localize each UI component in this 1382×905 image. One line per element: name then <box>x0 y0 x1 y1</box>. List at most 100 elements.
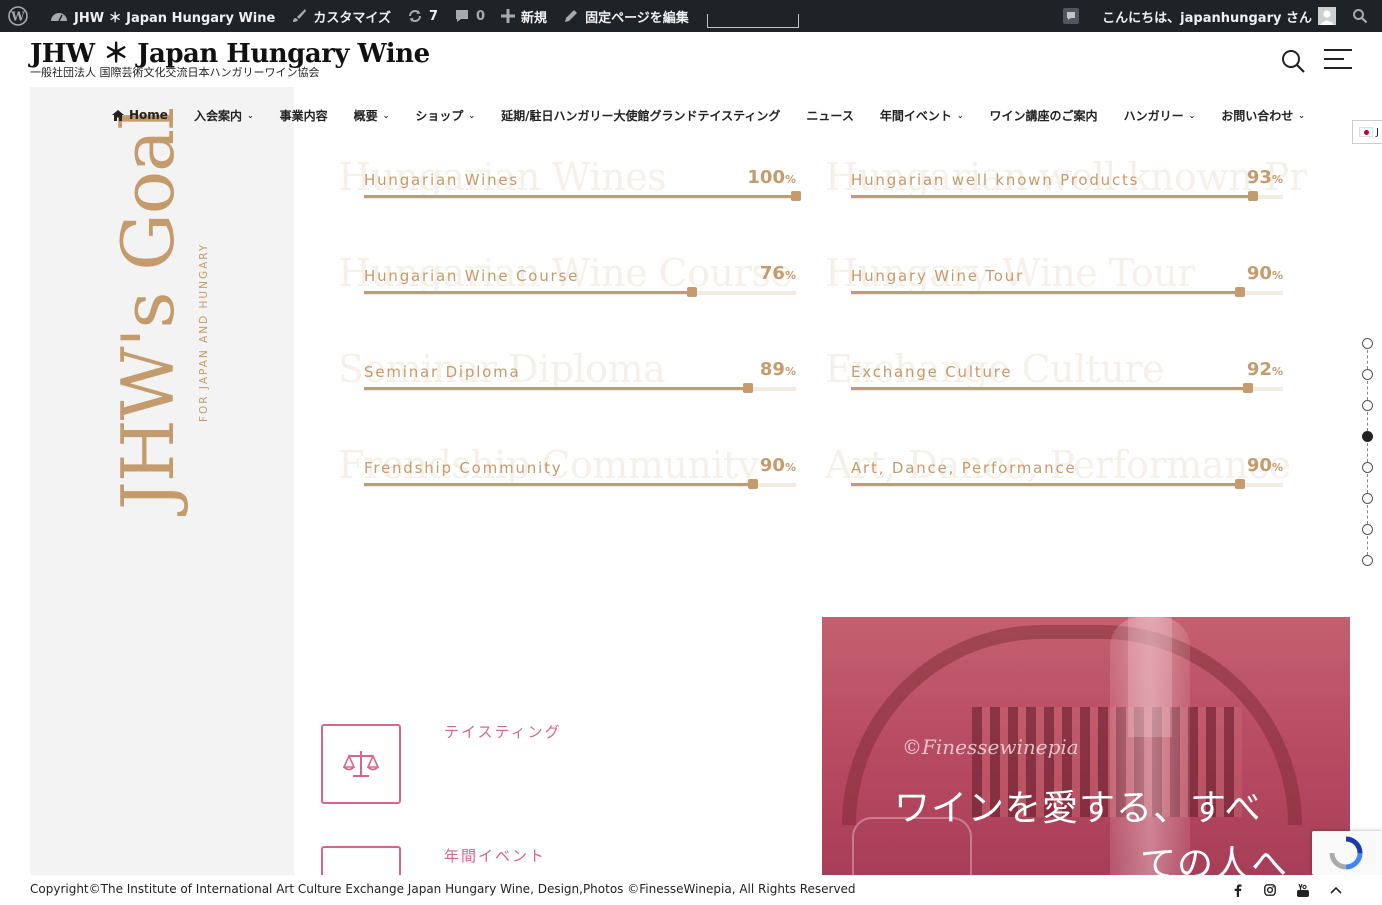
nav-label: ワイン講座のご案内 <box>989 108 1098 123</box>
section-dot[interactable] <box>1362 524 1374 536</box>
nav-item-contact[interactable]: お問い合わせ ⌄ <box>1221 107 1305 124</box>
admin-new[interactable]: 新規 <box>493 0 555 32</box>
instagram-icon <box>1264 884 1276 896</box>
section-dot[interactable] <box>1362 493 1374 505</box>
skill-bar: Hungarian Wine Course Hungarian Wine Cou… <box>338 251 796 305</box>
section-dot[interactable] <box>1362 555 1374 567</box>
skill-fill <box>851 291 1240 294</box>
skill-track <box>851 287 1283 297</box>
nav-item-overview[interactable]: 概要 ⌄ <box>354 107 390 124</box>
nav-item-news[interactable]: ニュース <box>806 107 853 124</box>
skill-value: 90% <box>1246 263 1283 284</box>
goal-subtitle: FOR JAPAN AND HUNGARY <box>198 242 210 422</box>
avatar <box>1318 7 1336 25</box>
skill-knob <box>687 287 698 297</box>
facebook-link[interactable] <box>1230 882 1246 898</box>
skill-knob <box>1243 383 1254 393</box>
scroll-to-top-button[interactable] <box>1328 882 1344 898</box>
youtube-icon <box>1297 883 1309 897</box>
nav-item-wine-course[interactable]: ワイン講座のご案内 <box>990 107 1098 124</box>
skill-knob <box>1234 287 1245 297</box>
chevron-down-icon: ⌄ <box>382 110 390 120</box>
admin-notification[interactable] <box>1054 0 1094 32</box>
dot-connector <box>1367 412 1368 431</box>
nav-item-hungary[interactable]: ハンガリー ⌄ <box>1124 107 1196 124</box>
skill-track <box>364 383 796 393</box>
dot-connector <box>1367 505 1368 524</box>
section-dot[interactable] <box>1362 462 1374 474</box>
skill-bar: Hungarian well known Pr Hungarian well k… <box>825 155 1307 209</box>
admin-comments-count: 0 <box>476 8 486 24</box>
skill-fill <box>851 387 1249 390</box>
admin-edit-page[interactable]: 固定ページを編集 <box>555 0 697 32</box>
skill-bar: Hungarian Wines Hungarian Wines 100% <box>338 155 801 209</box>
section-dot[interactable] <box>1362 400 1374 412</box>
site-description: 一般社団法人 国際芸術文化交流日本ハンガリーワイン協会 <box>30 66 320 79</box>
skill-knob <box>1247 191 1258 201</box>
admin-search[interactable] <box>1344 0 1382 32</box>
hamburger-menu-button[interactable] <box>1322 48 1354 72</box>
nav-item-annual-events[interactable]: 年間イベント ⌄ <box>880 107 964 124</box>
header-search-button[interactable] <box>1280 48 1306 74</box>
skill-knob <box>1234 479 1245 489</box>
skill-label: Frendship Community <box>364 459 563 477</box>
search-icon <box>1282 50 1305 73</box>
skill-label: Seminar Diploma <box>364 363 521 381</box>
copyright-text: Copyright©The Institute of International… <box>30 882 856 896</box>
admin-updates-count: 7 <box>428 8 438 24</box>
skill-label: Hungarian well known Products <box>851 171 1140 189</box>
skill-track <box>851 191 1283 201</box>
nav-item-membership[interactable]: 入会案内 ⌄ <box>194 107 254 124</box>
update-icon <box>408 10 421 22</box>
skill-fill <box>364 291 693 294</box>
svg-text:W: W <box>10 10 25 24</box>
skill-fill <box>851 195 1253 198</box>
wine-bar-photo: ©Finessewinepia ワインを愛する、すべ ての人へ <box>822 617 1350 875</box>
plus-icon <box>501 9 516 23</box>
nav-item-shop[interactable]: ショップ ⌄ <box>415 107 475 124</box>
admin-site-name[interactable]: JHW ＊ Japan Hungary Wine <box>42 0 283 32</box>
skill-track <box>364 479 796 489</box>
youtube-link[interactable] <box>1295 882 1311 898</box>
admin-updates[interactable]: 7 <box>399 0 446 32</box>
dot-marker <box>1362 338 1373 349</box>
notification-icon <box>1063 8 1080 24</box>
photo-watermark: ©Finessewinepia <box>902 735 1079 759</box>
nav-item-home[interactable]: Home <box>112 108 168 122</box>
nav-label: 延期/駐日ハンガリー大使館グランドテイスティング <box>501 108 781 123</box>
instagram-link[interactable] <box>1262 882 1278 898</box>
wp-logo-menu[interactable]: W <box>0 0 42 32</box>
skill-knob <box>747 479 758 489</box>
feature-title-tasting[interactable]: テイスティング <box>444 721 562 742</box>
search-icon <box>1353 9 1368 24</box>
dot-connector <box>1367 443 1368 462</box>
nav-label: 年間イベント <box>879 108 952 123</box>
nav-item-business[interactable]: 事業内容 <box>280 107 328 124</box>
skill-value: 93% <box>1246 167 1283 188</box>
feature-icon-box-tasting[interactable] <box>321 724 401 804</box>
nav-item-grand-tasting[interactable]: 延期/駐日ハンガリー大使館グランドテイスティング <box>501 107 780 124</box>
balance-scale-icon <box>343 751 379 777</box>
dot-marker <box>1362 555 1373 566</box>
feature-title-events[interactable]: 年間イベント <box>444 845 546 866</box>
nav-label: 事業内容 <box>279 108 328 123</box>
dot-marker <box>1362 524 1373 535</box>
section-dot-active[interactable] <box>1362 431 1374 443</box>
admin-customize-label: カスタマイズ <box>313 10 391 26</box>
admin-comments[interactable]: 0 <box>446 0 493 32</box>
admin-my-account[interactable]: こんにちは、japanhungary さん <box>1094 0 1344 32</box>
photo-caption-line2: ての人へ <box>1140 844 1289 875</box>
admin-customize[interactable]: カスタマイズ <box>283 0 399 32</box>
admin-query-monitor-bar[interactable] <box>706 14 799 28</box>
section-dot[interactable] <box>1362 369 1374 381</box>
section-dot[interactable] <box>1362 338 1374 350</box>
nav-label: ニュース <box>806 108 854 123</box>
chevron-up-icon <box>1330 886 1342 894</box>
skill-label: Exchange Culture <box>851 363 1013 381</box>
dot-connector <box>1367 381 1368 400</box>
pencil-icon <box>565 10 578 22</box>
skill-track <box>364 287 796 297</box>
skill-bar: Exchange Culture Exchange Culture 92% <box>825 347 1283 401</box>
language-switcher[interactable]: J <box>1352 120 1382 144</box>
recaptcha-badge[interactable] <box>1312 831 1382 875</box>
